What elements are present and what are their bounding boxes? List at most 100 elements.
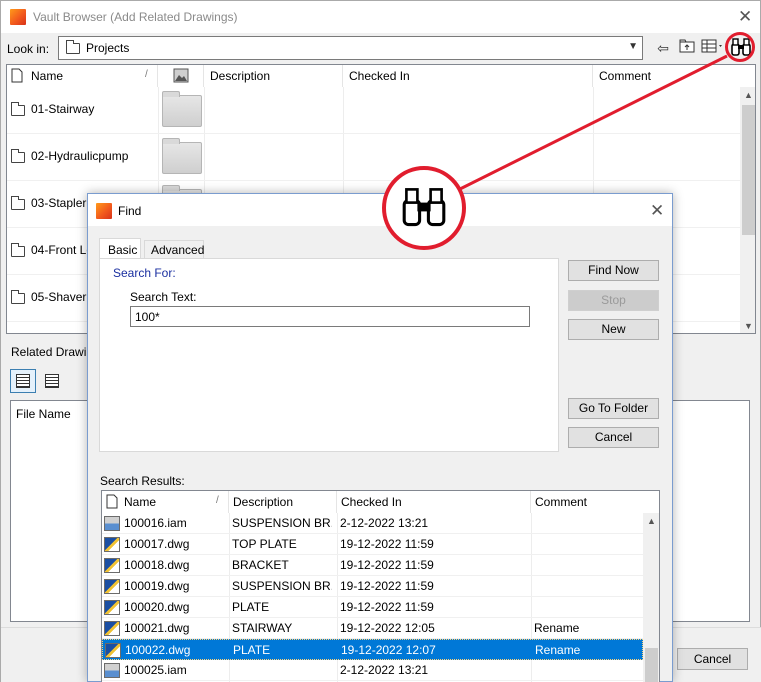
vault-list-scrollbar[interactable]: ▲ ▼ — [740, 87, 755, 333]
drawing-file-icon — [104, 600, 120, 615]
cell-checked-in: 19-12-2022 12:05 — [340, 621, 435, 635]
drawing-file-icon — [104, 537, 120, 552]
scrollbar-thumb[interactable] — [645, 648, 658, 682]
drawing-file-icon — [104, 621, 120, 636]
cell-description: SUSPENSION BR... — [232, 516, 332, 530]
folder-icon — [11, 196, 25, 210]
column-checked-in-label: Checked In — [341, 495, 402, 509]
document-icon — [11, 68, 23, 86]
tab-advanced[interactable]: Advanced — [144, 240, 204, 259]
cell-checked-in: 19-12-2022 12:07 — [341, 643, 436, 657]
chevron-up-icon[interactable]: ▲ — [647, 516, 656, 526]
column-name-label: Name — [31, 69, 64, 83]
column-comment-label: Comment — [535, 495, 588, 509]
cell-name: 100018.dwg — [124, 558, 190, 572]
list-view-icon — [45, 374, 59, 388]
view-menu-icon[interactable] — [699, 38, 727, 58]
cell-comment: Rename — [534, 621, 580, 635]
cell-description: TOP PLATE — [232, 537, 297, 551]
table-row[interactable]: 100020.dwg PLATE 19-12-2022 11:59 — [102, 597, 643, 618]
callout-zoom-circle — [382, 166, 466, 250]
tab-basic[interactable]: Basic — [99, 238, 141, 260]
cell-name: 100019.dwg — [124, 579, 190, 593]
folder-thumbnail — [162, 138, 202, 174]
cell-name: 100025.iam — [124, 663, 187, 677]
list-item-label: 03-Stapler — [31, 196, 87, 210]
search-text-input[interactable]: 100* — [130, 306, 530, 327]
column-header-name[interactable]: Name / — [7, 65, 158, 87]
scrollbar-thumb[interactable] — [742, 105, 755, 235]
chevron-down-icon[interactable]: ▼ — [628, 41, 638, 52]
column-header-comment[interactable]: Comment — [531, 491, 659, 513]
table-row[interactable]: 100025.iam 2-12-2022 13:21 — [102, 660, 643, 681]
column-header-checked-in[interactable]: Checked In — [343, 65, 593, 87]
folder-up-icon[interactable] — [677, 38, 697, 58]
column-header-description[interactable]: Description — [229, 491, 337, 513]
search-results-table: Name / Description Checked In Comment 10… — [101, 490, 660, 682]
find-now-button[interactable]: Find Now — [568, 260, 659, 281]
list-view-button[interactable] — [39, 369, 65, 393]
tree-view-button[interactable] — [10, 369, 36, 393]
cell-name: 100016.iam — [124, 516, 187, 530]
lookin-label: Look in: — [7, 42, 50, 56]
cell-checked-in: 2-12-2022 13:21 — [340, 516, 429, 530]
app-icon — [96, 203, 112, 219]
tree-view-icon — [16, 374, 30, 388]
folder-icon — [11, 149, 25, 163]
table-row[interactable]: 100022.dwg PLATE 19-12-2022 12:07 Rename — [102, 639, 643, 660]
folder-thumbnail — [162, 91, 202, 127]
cell-name: 100022.dwg — [125, 643, 191, 657]
column-header-comment[interactable]: Comment — [593, 65, 741, 87]
cell-checked-in: 19-12-2022 11:59 — [340, 579, 434, 593]
column-header-thumbnail[interactable] — [158, 65, 204, 87]
list-item[interactable]: 01-Stairway — [7, 87, 740, 134]
lookin-combo[interactable]: Projects ▼ — [58, 36, 643, 60]
cell-description: STAIRWAY — [232, 621, 293, 635]
sort-icon: / — [145, 69, 148, 80]
cell-description: BRACKET — [232, 558, 289, 572]
results-scrollbar[interactable]: ▲ — [643, 513, 659, 682]
cell-checked-in: 2-12-2022 13:21 — [340, 663, 429, 677]
cell-checked-in: 19-12-2022 11:59 — [340, 600, 434, 614]
lookin-value: Projects — [86, 41, 130, 55]
chevron-up-icon[interactable]: ▲ — [744, 90, 753, 100]
table-row[interactable]: 100019.dwg SUSPENSION BR... 19-12-2022 11:… — [102, 576, 643, 597]
folder-icon — [66, 40, 80, 54]
drawing-file-icon — [105, 643, 121, 658]
column-description-label: Description — [233, 495, 294, 509]
column-description-label: Description — [210, 69, 271, 83]
cell-name: 100021.dwg — [124, 621, 190, 635]
app-icon — [10, 9, 26, 25]
find-titlebar: Find ✕ — [88, 194, 672, 226]
column-header-checked-in[interactable]: Checked In — [337, 491, 531, 513]
folder-icon — [11, 243, 25, 257]
cell-description: PLATE — [232, 600, 270, 614]
file-name-header[interactable]: File Name — [16, 407, 71, 421]
find-dialog: Find ✕ Basic Advanced Search For: Search… — [87, 193, 673, 682]
table-row[interactable]: 100021.dwg STAIRWAY 19-12-2022 12:05 Rename — [102, 618, 643, 639]
callout-small-circle — [725, 32, 755, 62]
cancel-button[interactable]: Cancel — [677, 648, 748, 670]
column-header-name[interactable]: Name / — [102, 491, 229, 513]
find-title: Find — [118, 204, 142, 218]
arrow-left-icon[interactable]: ⇦ — [653, 38, 673, 58]
close-icon[interactable]: ✕ — [650, 202, 664, 219]
folder-icon — [11, 290, 25, 304]
cell-description: SUSPENSION BR... — [232, 579, 332, 593]
table-row[interactable]: 100016.iam SUSPENSION BR... 2-12-2022 13:2… — [102, 513, 643, 534]
search-text-label: Search Text: — [130, 290, 197, 304]
go-to-folder-button[interactable]: Go To Folder — [568, 398, 659, 419]
table-row[interactable]: 100017.dwg TOP PLATE 19-12-2022 11:59 — [102, 534, 643, 555]
find-cancel-button[interactable]: Cancel — [568, 427, 659, 448]
list-item-label: 04-Front Lo — [31, 243, 94, 257]
column-comment-label: Comment — [599, 69, 652, 83]
chevron-down-icon[interactable]: ▼ — [744, 321, 753, 331]
list-item[interactable]: 02-Hydraulicpump — [7, 134, 740, 181]
column-header-description[interactable]: Description — [204, 65, 343, 87]
list-item-label: 05-Shaver — [31, 290, 87, 304]
table-row[interactable]: 100018.dwg BRACKET 19-12-2022 11:59 — [102, 555, 643, 576]
folder-icon — [11, 102, 25, 116]
stop-button[interactable]: Stop — [568, 290, 659, 311]
new-button[interactable]: New — [568, 319, 659, 340]
close-icon[interactable]: ✕ — [738, 8, 752, 25]
